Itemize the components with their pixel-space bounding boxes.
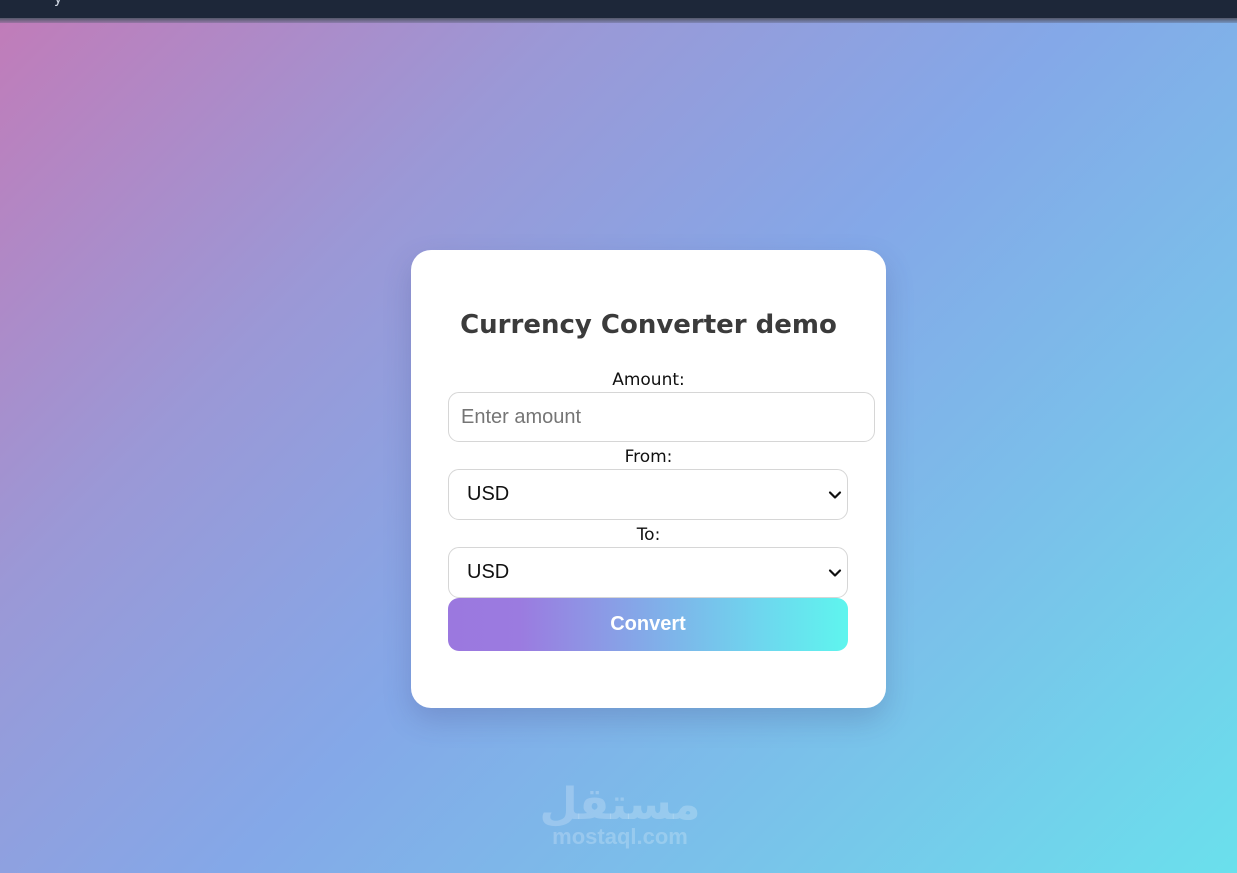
to-currency-value: USD (467, 561, 510, 583)
chevron-down-icon (828, 569, 842, 577)
browser-top-bar: y (0, 0, 1237, 18)
convert-button[interactable]: Convert (448, 598, 848, 651)
from-label: From: (624, 447, 673, 467)
top-bar-shadow (0, 18, 1237, 23)
watermark-arabic-text: مستقل (539, 779, 701, 830)
chevron-down-icon (828, 491, 842, 499)
from-currency-value: USD (467, 483, 510, 505)
watermark-latin-text: mostaql.com (552, 824, 688, 849)
amount-label: Amount: (612, 370, 685, 390)
amount-input[interactable] (448, 392, 875, 442)
converter-card: Currency Converter demo Amount: From: US… (411, 250, 886, 708)
page-title: Currency Converter demo (460, 310, 837, 340)
from-currency-select[interactable]: USD (448, 469, 848, 520)
to-label: To: (636, 525, 661, 545)
top-bar-fragment-icon: y (54, 0, 62, 7)
mostaql-watermark: مستقل mostaql.com (535, 780, 705, 848)
to-currency-select[interactable]: USD (448, 547, 848, 598)
